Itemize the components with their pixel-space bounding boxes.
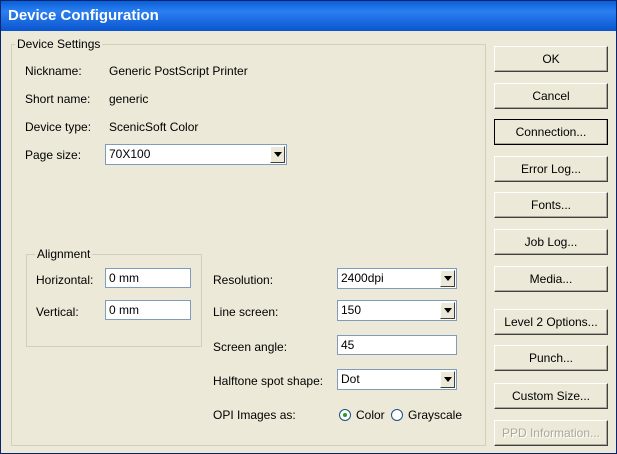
screenangle-field[interactable]: 45 (337, 335, 457, 355)
device-configuration-dialog: Device Configuration Device Settings Nic… (0, 0, 617, 454)
chevron-down-icon (444, 377, 452, 382)
halftone-dropdown-arrow[interactable] (440, 371, 455, 388)
screenangle-label: Screen angle: (213, 340, 288, 354)
linescreen-label: Line screen: (213, 305, 279, 319)
shortname-value: generic (109, 92, 149, 106)
devicetype-label: Device type: (25, 120, 92, 134)
pagesize-value: 70X100 (109, 147, 151, 161)
vertical-field[interactable]: 0 mm (105, 300, 191, 320)
chevron-down-icon (444, 276, 452, 281)
chevron-down-icon (444, 308, 452, 313)
ppd-information-button: PPD Information... (494, 420, 608, 446)
resolution-label: Resolution: (213, 273, 274, 287)
nickname-label: Nickname: (25, 64, 82, 78)
job-log-button[interactable]: Job Log... (494, 229, 608, 255)
resolution-value: 2400dpi (341, 271, 384, 285)
window-title: Device Configuration (8, 7, 159, 24)
dialog-body: Device Settings Nickname: Generic PostSc… (1, 31, 616, 453)
horizontal-label: Horizontal: (36, 273, 94, 287)
shortname-label: Short name: (25, 92, 91, 106)
devicetype-value: ScenicSoft Color (109, 120, 199, 134)
resolution-dropdown[interactable]: 2400dpi (337, 268, 457, 289)
resolution-dropdown-arrow[interactable] (440, 270, 455, 287)
fonts-button[interactable]: Fonts... (494, 192, 608, 218)
level2-options-button[interactable]: Level 2 Options... (494, 309, 608, 335)
halftone-label: Halftone spot shape: (213, 374, 324, 388)
opi-color-radio[interactable] (339, 409, 351, 421)
alignment-group-label: Alignment (35, 247, 93, 261)
media-button[interactable]: Media... (494, 266, 608, 292)
opi-grayscale-radio[interactable] (391, 409, 403, 421)
pagesize-dropdown-arrow[interactable] (270, 146, 285, 163)
linescreen-value: 150 (341, 303, 362, 317)
title-bar[interactable]: Device Configuration (1, 1, 616, 31)
cancel-button[interactable]: Cancel (494, 83, 608, 109)
chevron-down-icon (274, 152, 282, 157)
pagesize-label: Page size: (25, 148, 82, 162)
nickname-value: Generic PostScript Printer (109, 64, 248, 78)
pagesize-dropdown[interactable]: 70X100 (105, 144, 287, 165)
linescreen-dropdown[interactable]: 150 (337, 300, 457, 321)
ok-button[interactable]: OK (494, 46, 608, 72)
custom-size-button[interactable]: Custom Size... (494, 383, 608, 409)
linescreen-dropdown-arrow[interactable] (440, 302, 455, 319)
device-settings-group-label: Device Settings (15, 37, 103, 51)
halftone-value: Dot (341, 372, 360, 386)
opi-color-label[interactable]: Color (356, 408, 385, 422)
punch-button[interactable]: Punch... (494, 345, 608, 371)
opi-label: OPI Images as: (213, 408, 296, 422)
opi-grayscale-label[interactable]: Grayscale (408, 408, 462, 422)
error-log-button[interactable]: Error Log... (494, 156, 608, 182)
vertical-label: Vertical: (36, 305, 79, 319)
connection-button[interactable]: Connection... (494, 119, 608, 145)
halftone-dropdown[interactable]: Dot (337, 369, 457, 390)
horizontal-field[interactable]: 0 mm (105, 268, 191, 288)
